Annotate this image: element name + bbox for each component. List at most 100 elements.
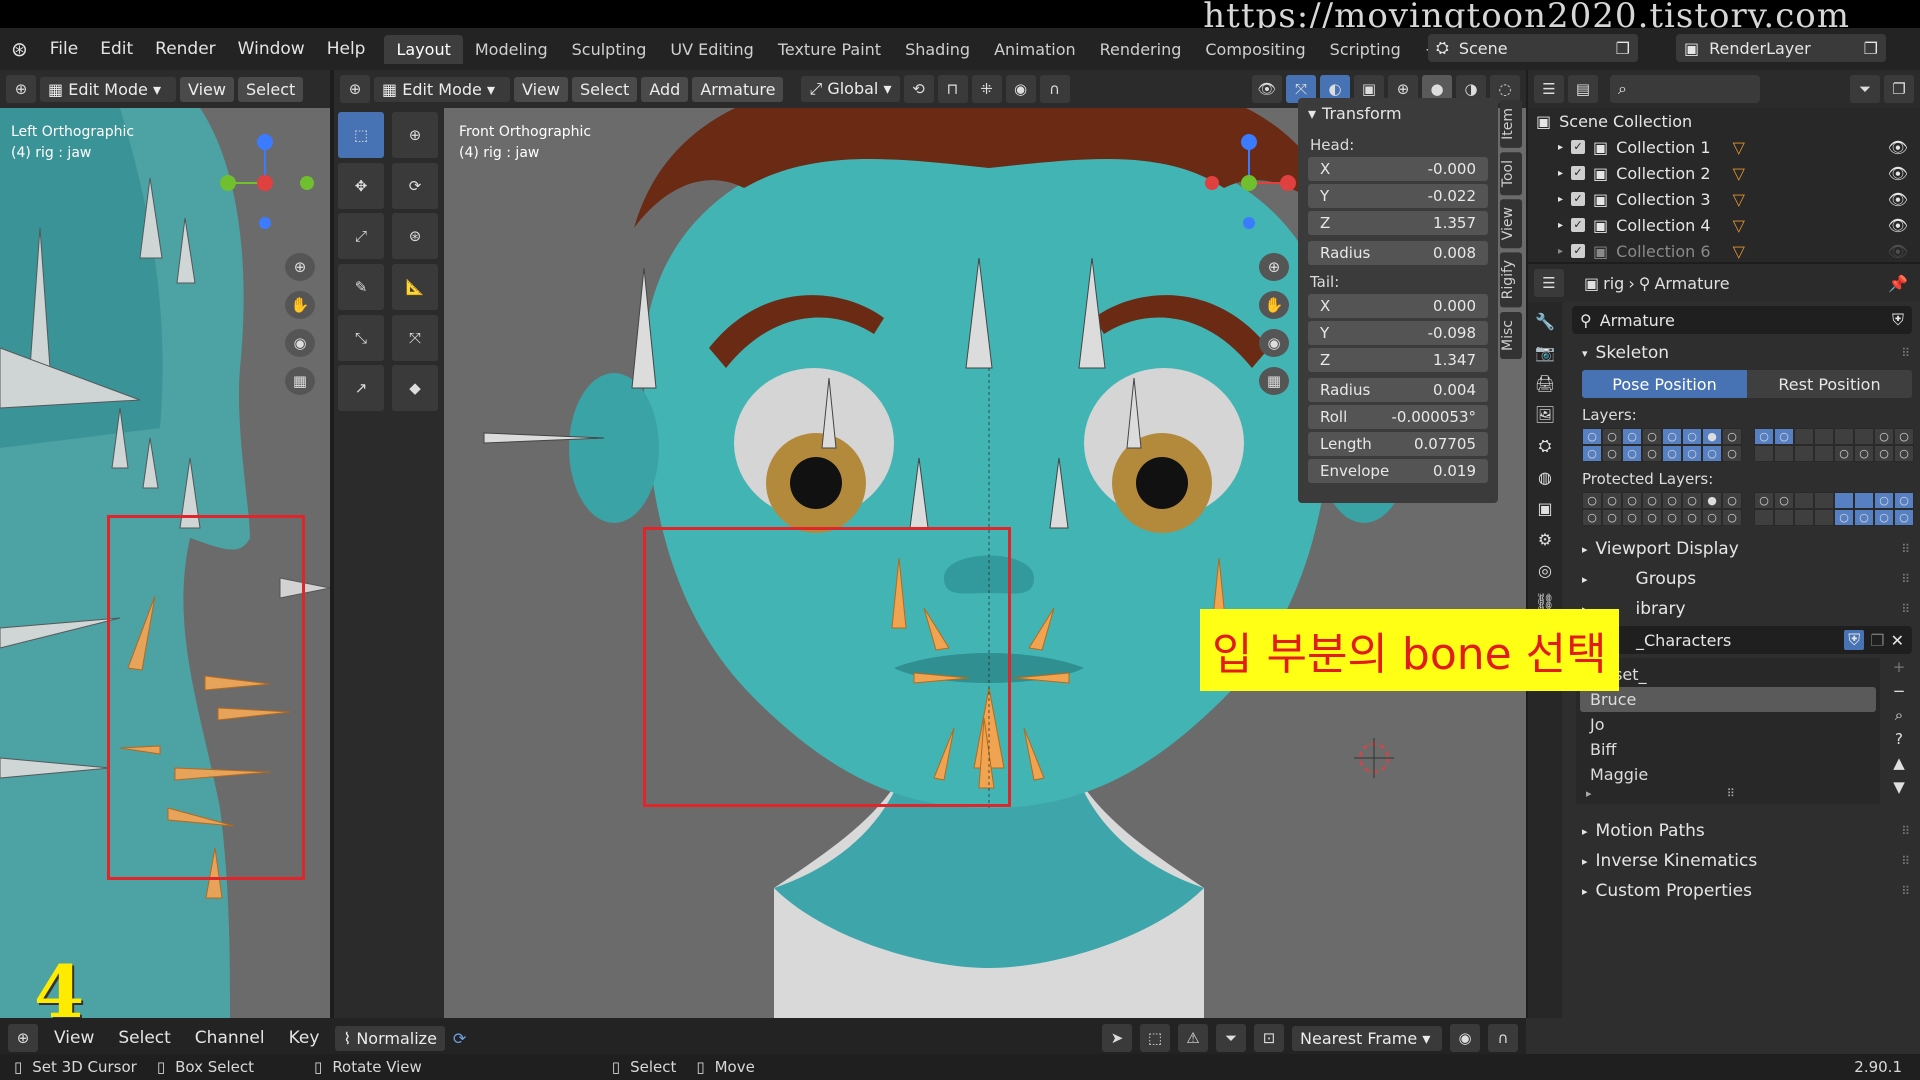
outliner-row[interactable]: ▸ ✓ ▣ Collection 1 ▽ 👁: [1528, 134, 1920, 160]
cursor-tool-icon[interactable]: ⊕: [392, 112, 438, 158]
tab-sculpting[interactable]: Sculpting: [560, 35, 659, 64]
tab-rigify[interactable]: Rigify: [1500, 252, 1522, 308]
pin-icon[interactable]: 📌: [1888, 274, 1908, 293]
characters-field[interactable]: _Characters ⛨ ❐ ✕: [1572, 626, 1912, 654]
character-list[interactable]: _reset_ Bruce Jo Biff Maggie ▸⠿: [1576, 658, 1880, 804]
outliner-row[interactable]: ▸ ✓ ▣ Collection 6 ▽ 👁: [1528, 238, 1920, 264]
layers-left[interactable]: ○ ○ ○ ○ ○ ○ ● ○ ○ ○ ○ ○ ○ ○ ○ ○: [1582, 428, 1742, 462]
copy-layer-icon[interactable]: ❐: [1864, 39, 1878, 58]
eye-icon[interactable]: 👁: [1888, 242, 1908, 261]
main-view-menu[interactable]: View: [514, 76, 568, 102]
inverse-kinematics-section[interactable]: ▸ Inverse Kinematics ⠿: [1568, 846, 1920, 876]
object-tab-icon[interactable]: ▣: [1537, 499, 1552, 518]
main-armature-menu[interactable]: Armature: [692, 76, 784, 102]
timeline-channel-menu[interactable]: Channel: [187, 1028, 273, 1048]
measure-tool-icon[interactable]: 📐: [392, 263, 438, 310]
pivot-icon[interactable]: ⟲: [903, 75, 934, 103]
only-errors-icon[interactable]: ⚠: [1178, 1024, 1208, 1052]
collapse-arrow-icon[interactable]: ▾: [1308, 104, 1316, 123]
scale-tool-icon[interactable]: ⤢: [338, 213, 384, 260]
expand-arrow-icon[interactable]: ▸: [1558, 142, 1563, 153]
tail-x-field[interactable]: X 0.000: [1308, 294, 1488, 318]
expand-arrow-icon[interactable]: ▸: [1558, 168, 1563, 179]
transform-tool-icon[interactable]: ⊛: [392, 213, 438, 260]
move-down-icon[interactable]: ▼: [1893, 778, 1905, 796]
timeline-select-menu[interactable]: Select: [110, 1028, 178, 1048]
drag-handle-icon[interactable]: ⠿: [1901, 572, 1910, 586]
main-grid-icon[interactable]: ▦: [1259, 367, 1289, 395]
move-tool-icon[interactable]: ✥: [338, 162, 384, 209]
grid-icon[interactable]: ▦: [285, 367, 315, 395]
rotate-tool-icon[interactable]: ⟳: [392, 162, 438, 209]
layers-right[interactable]: ○ ○ ○ ○ ○ ○ ○ ○: [1754, 428, 1914, 462]
eye-icon[interactable]: 👁: [1888, 138, 1908, 157]
menu-render[interactable]: Render: [144, 39, 227, 59]
timeline-editor-icon[interactable]: ⊕: [8, 1024, 38, 1052]
head-x-field[interactable]: X -0.000: [1308, 157, 1488, 181]
main-editor-type-icon[interactable]: ⊕: [340, 75, 370, 103]
list-expand-icon[interactable]: ▸: [1586, 787, 1592, 800]
snap-target-icon[interactable]: ⁜: [971, 75, 1002, 103]
tool-tab-icon[interactable]: 🔧: [1535, 312, 1555, 331]
eye-icon[interactable]: 👁: [1888, 216, 1908, 235]
length-field[interactable]: Length 0.07705: [1308, 432, 1488, 456]
tab-rendering[interactable]: Rendering: [1088, 35, 1194, 64]
menu-window[interactable]: Window: [227, 39, 316, 59]
tail-z-field[interactable]: Z 1.347: [1308, 348, 1488, 372]
remove-icon[interactable]: −: [1893, 682, 1906, 700]
display-mode-icon[interactable]: ▤: [1568, 75, 1598, 103]
list-item[interactable]: Jo: [1580, 712, 1876, 737]
main-select-menu[interactable]: Select: [571, 76, 638, 102]
checkbox[interactable]: ✓: [1571, 218, 1586, 232]
annotate-tool-icon[interactable]: ✎: [338, 263, 384, 310]
left-select-menu[interactable]: Select: [237, 76, 304, 102]
outliner-row[interactable]: ▸ ✓ ▣ Collection 4 ▽ 👁: [1528, 212, 1920, 238]
left-nav-gizmo[interactable]: [210, 128, 320, 238]
new-collection-icon[interactable]: ❐: [1884, 75, 1914, 103]
filter-icon[interactable]: ⏷: [1850, 75, 1880, 103]
left-mode-dropdown[interactable]: ▦ Edit Mode ▾: [40, 76, 176, 102]
timeline-key-menu[interactable]: Key: [281, 1028, 328, 1048]
extrude-tool-icon[interactable]: ↗: [338, 365, 384, 412]
main-add-menu[interactable]: Add: [641, 76, 689, 102]
checkbox[interactable]: ✓: [1571, 140, 1586, 154]
drag-handle-icon[interactable]: ⠿: [1901, 602, 1910, 616]
outliner-editor-icon[interactable]: ☰: [1534, 75, 1564, 103]
eye-icon[interactable]: 👁: [1888, 164, 1908, 183]
drag-handle-icon[interactable]: ⠿: [1901, 884, 1910, 898]
camera-icon[interactable]: ◉: [285, 329, 315, 357]
properties-editor-icon[interactable]: ☰: [1534, 269, 1564, 297]
view-layer-selector[interactable]: ▣ RenderLayer ❐: [1676, 34, 1886, 62]
timeline-snap-icon[interactable]: ⊡: [1254, 1024, 1284, 1052]
pan-hand-icon[interactable]: ✋: [285, 291, 315, 319]
head-y-field[interactable]: Y -0.022: [1308, 184, 1488, 208]
bone-size-tool-icon[interactable]: ⤧: [392, 314, 438, 361]
close-icon[interactable]: ✕: [1891, 631, 1904, 650]
timeline-filter-icon[interactable]: ⏷: [1216, 1024, 1246, 1052]
eye-icon[interactable]: 👁: [1888, 190, 1908, 209]
falloff-icon[interactable]: ∩: [1039, 75, 1070, 103]
editor-type-icon[interactable]: ⊕: [6, 75, 36, 103]
output-tab-icon[interactable]: 🖨: [1535, 374, 1555, 393]
tab-misc[interactable]: Misc: [1500, 311, 1522, 359]
duplicate-icon[interactable]: ❐: [1870, 631, 1884, 650]
head-radius-field[interactable]: Radius 0.008: [1308, 241, 1488, 265]
copy-scene-icon[interactable]: ❐: [1616, 39, 1630, 58]
scene-collection-row[interactable]: ▣ Scene Collection: [1528, 108, 1920, 134]
drag-handle-icon[interactable]: ⠿: [1901, 854, 1910, 868]
left-view-menu[interactable]: View: [180, 76, 234, 102]
timeline-view-menu[interactable]: View: [46, 1028, 102, 1048]
tab-item[interactable]: Item: [1500, 100, 1522, 148]
physics-tab-icon[interactable]: ◎: [1538, 561, 1552, 580]
normalize-toggle[interactable]: ⌇ Normalize: [335, 1025, 445, 1051]
outliner-row[interactable]: ▸ ✓ ▣ Collection 2 ▽ 👁: [1528, 160, 1920, 186]
menu-file[interactable]: File: [39, 39, 89, 59]
motion-paths-section[interactable]: ▸ Motion Paths ⠿: [1568, 816, 1920, 846]
checkbox[interactable]: ✓: [1571, 244, 1586, 258]
proportional-icon[interactable]: ◉: [1005, 75, 1036, 103]
list-item-selected[interactable]: Bruce: [1580, 687, 1876, 712]
left-viewport[interactable]: Left Orthographic (4) rig : jaw ⊕ ✋ ◉ ▦ …: [0, 108, 330, 1018]
expand-arrow-icon[interactable]: ▸: [1558, 220, 1563, 231]
render-tab-icon[interactable]: 📷: [1535, 343, 1555, 362]
tab-uv-editing[interactable]: UV Editing: [658, 35, 765, 64]
